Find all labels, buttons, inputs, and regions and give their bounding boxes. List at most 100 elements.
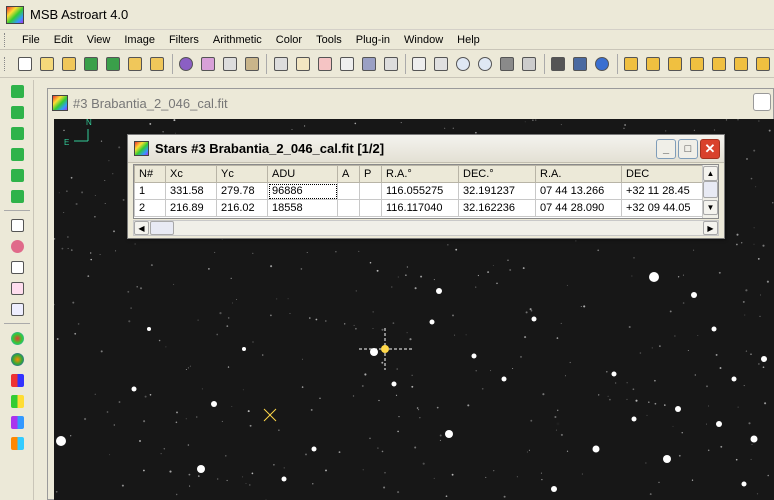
vertical-scroll-thumb[interactable]: [703, 181, 718, 198]
point-tool-icon[interactable]: [5, 236, 29, 256]
scroll-left-arrow-icon[interactable]: ◀: [134, 221, 149, 235]
graph-icon[interactable]: [314, 53, 335, 75]
cell-p[interactable]: [359, 199, 382, 217]
open-icon[interactable]: [37, 53, 58, 75]
document-minimize-button[interactable]: [753, 93, 771, 111]
scope-icon[interactable]: [570, 53, 591, 75]
close-button[interactable]: ✕: [700, 139, 720, 159]
col-header-a[interactable]: A: [337, 165, 360, 183]
duplicate-icon[interactable]: [219, 53, 240, 75]
play-tool-icon[interactable]: [5, 102, 29, 122]
equal-icon[interactable]: [664, 53, 685, 75]
cell-yc[interactable]: 216.02: [216, 199, 268, 217]
d-icon[interactable]: [686, 53, 707, 75]
menu-plugin[interactable]: Plug-in: [349, 31, 397, 49]
plus-icon[interactable]: [620, 53, 641, 75]
cell-adu[interactable]: 96886: [267, 182, 338, 200]
square-tool-icon[interactable]: [5, 81, 29, 101]
cell-dec[interactable]: +32 09 44.05: [621, 199, 706, 217]
m-icon[interactable]: [708, 53, 729, 75]
menu-arithmetic[interactable]: Arithmetic: [206, 31, 269, 49]
cell-yc[interactable]: 279.78: [216, 182, 268, 200]
cell-ra[interactable]: 07 44 13.266: [535, 182, 622, 200]
minimize-button[interactable]: _: [656, 139, 676, 159]
zoom-in-icon[interactable]: [453, 53, 474, 75]
table-row[interactable]: 1 331.58 279.78 96886 116.055275 32.1912…: [134, 182, 706, 200]
menu-filters[interactable]: Filters: [162, 31, 206, 49]
save-icon[interactable]: [125, 53, 146, 75]
histogram-icon[interactable]: [292, 53, 313, 75]
rgb-circles-icon[interactable]: [5, 328, 29, 348]
axis-tool-icon[interactable]: [5, 299, 29, 319]
col-header-dec-deg[interactable]: DEC.°: [458, 165, 536, 183]
cell-a[interactable]: [337, 182, 360, 200]
cell-dec-deg[interactable]: 32.191237: [458, 182, 536, 200]
eye-icon[interactable]: [431, 53, 452, 75]
tool-3-icon[interactable]: [5, 165, 29, 185]
help-icon[interactable]: [592, 53, 613, 75]
cell-adu[interactable]: 18558: [267, 199, 338, 217]
cell-n[interactable]: 2: [134, 199, 166, 217]
col-header-dec[interactable]: DEC: [621, 165, 706, 183]
table-vertical-scrollbar[interactable]: ▲ ▼: [702, 165, 718, 218]
rgb-circles-2-icon[interactable]: [5, 349, 29, 369]
color-grid-icon[interactable]: [5, 370, 29, 390]
col-header-ra[interactable]: R.A.: [535, 165, 622, 183]
col-header-xc[interactable]: Xc: [165, 165, 217, 183]
menu-tools[interactable]: Tools: [309, 31, 349, 49]
cell-dec[interactable]: +32 11 28.45: [621, 182, 706, 200]
tool-1-icon[interactable]: [5, 123, 29, 143]
preview-icon[interactable]: [270, 53, 291, 75]
monitor-icon[interactable]: [497, 53, 518, 75]
star-icon[interactable]: [336, 53, 357, 75]
cell-xc[interactable]: 216.89: [165, 199, 217, 217]
sum-icon[interactable]: [380, 53, 401, 75]
copy-icon[interactable]: [197, 53, 218, 75]
cell-xc[interactable]: 331.58: [165, 182, 217, 200]
binoculars-icon[interactable]: [548, 53, 569, 75]
horizontal-scroll-thumb[interactable]: [150, 221, 174, 235]
cell-dec-deg[interactable]: 32.162236: [458, 199, 536, 217]
new-icon[interactable]: [15, 53, 36, 75]
paste-icon[interactable]: [241, 53, 262, 75]
window-icon[interactable]: [519, 53, 540, 75]
cell-ra-deg[interactable]: 116.117040: [381, 199, 459, 217]
menu-color[interactable]: Color: [269, 31, 309, 49]
col-header-yc[interactable]: Yc: [216, 165, 268, 183]
save-16-icon[interactable]: [81, 53, 102, 75]
cell-n[interactable]: 1: [134, 182, 166, 200]
menu-image[interactable]: Image: [117, 31, 162, 49]
cell-ra-deg[interactable]: 116.055275: [381, 182, 459, 200]
zoom-out-icon[interactable]: [475, 53, 496, 75]
scroll-down-arrow-icon[interactable]: ▼: [703, 200, 718, 215]
maximize-button[interactable]: □: [678, 139, 698, 159]
cell-a[interactable]: [337, 199, 360, 217]
refresh-icon[interactable]: [176, 53, 197, 75]
color-grid-3-icon[interactable]: [5, 412, 29, 432]
tool-2-icon[interactable]: [5, 144, 29, 164]
col-header-ra-deg[interactable]: R.A.°: [381, 165, 459, 183]
col-header-p[interactable]: P: [359, 165, 382, 183]
menu-help[interactable]: Help: [450, 31, 487, 49]
folder-icon[interactable]: [147, 53, 168, 75]
scroll-right-arrow-icon[interactable]: ▶: [703, 221, 718, 235]
table-row[interactable]: 2 216.89 216.02 18558 116.117040 32.1622…: [134, 199, 706, 217]
tool-4-icon[interactable]: [5, 186, 29, 206]
menu-file[interactable]: File: [15, 31, 47, 49]
col-header-n[interactable]: N#: [134, 165, 166, 183]
cell-p[interactable]: [359, 182, 382, 200]
x-icon[interactable]: [752, 53, 773, 75]
color-grid-4-icon[interactable]: [5, 433, 29, 453]
open-folder-icon[interactable]: [59, 53, 80, 75]
scroll-up-arrow-icon[interactable]: ▲: [703, 166, 718, 181]
a-icon[interactable]: [730, 53, 751, 75]
save-8-icon[interactable]: [103, 53, 124, 75]
menu-edit[interactable]: Edit: [47, 31, 80, 49]
minus-icon[interactable]: [642, 53, 663, 75]
plot-tool-icon[interactable]: [5, 278, 29, 298]
display-icon[interactable]: [358, 53, 379, 75]
cell-ra[interactable]: 07 44 28.090: [535, 199, 622, 217]
menu-view[interactable]: View: [80, 31, 118, 49]
col-header-adu[interactable]: ADU: [267, 165, 338, 183]
table-horizontal-scrollbar[interactable]: ◀ ▶: [133, 220, 719, 236]
